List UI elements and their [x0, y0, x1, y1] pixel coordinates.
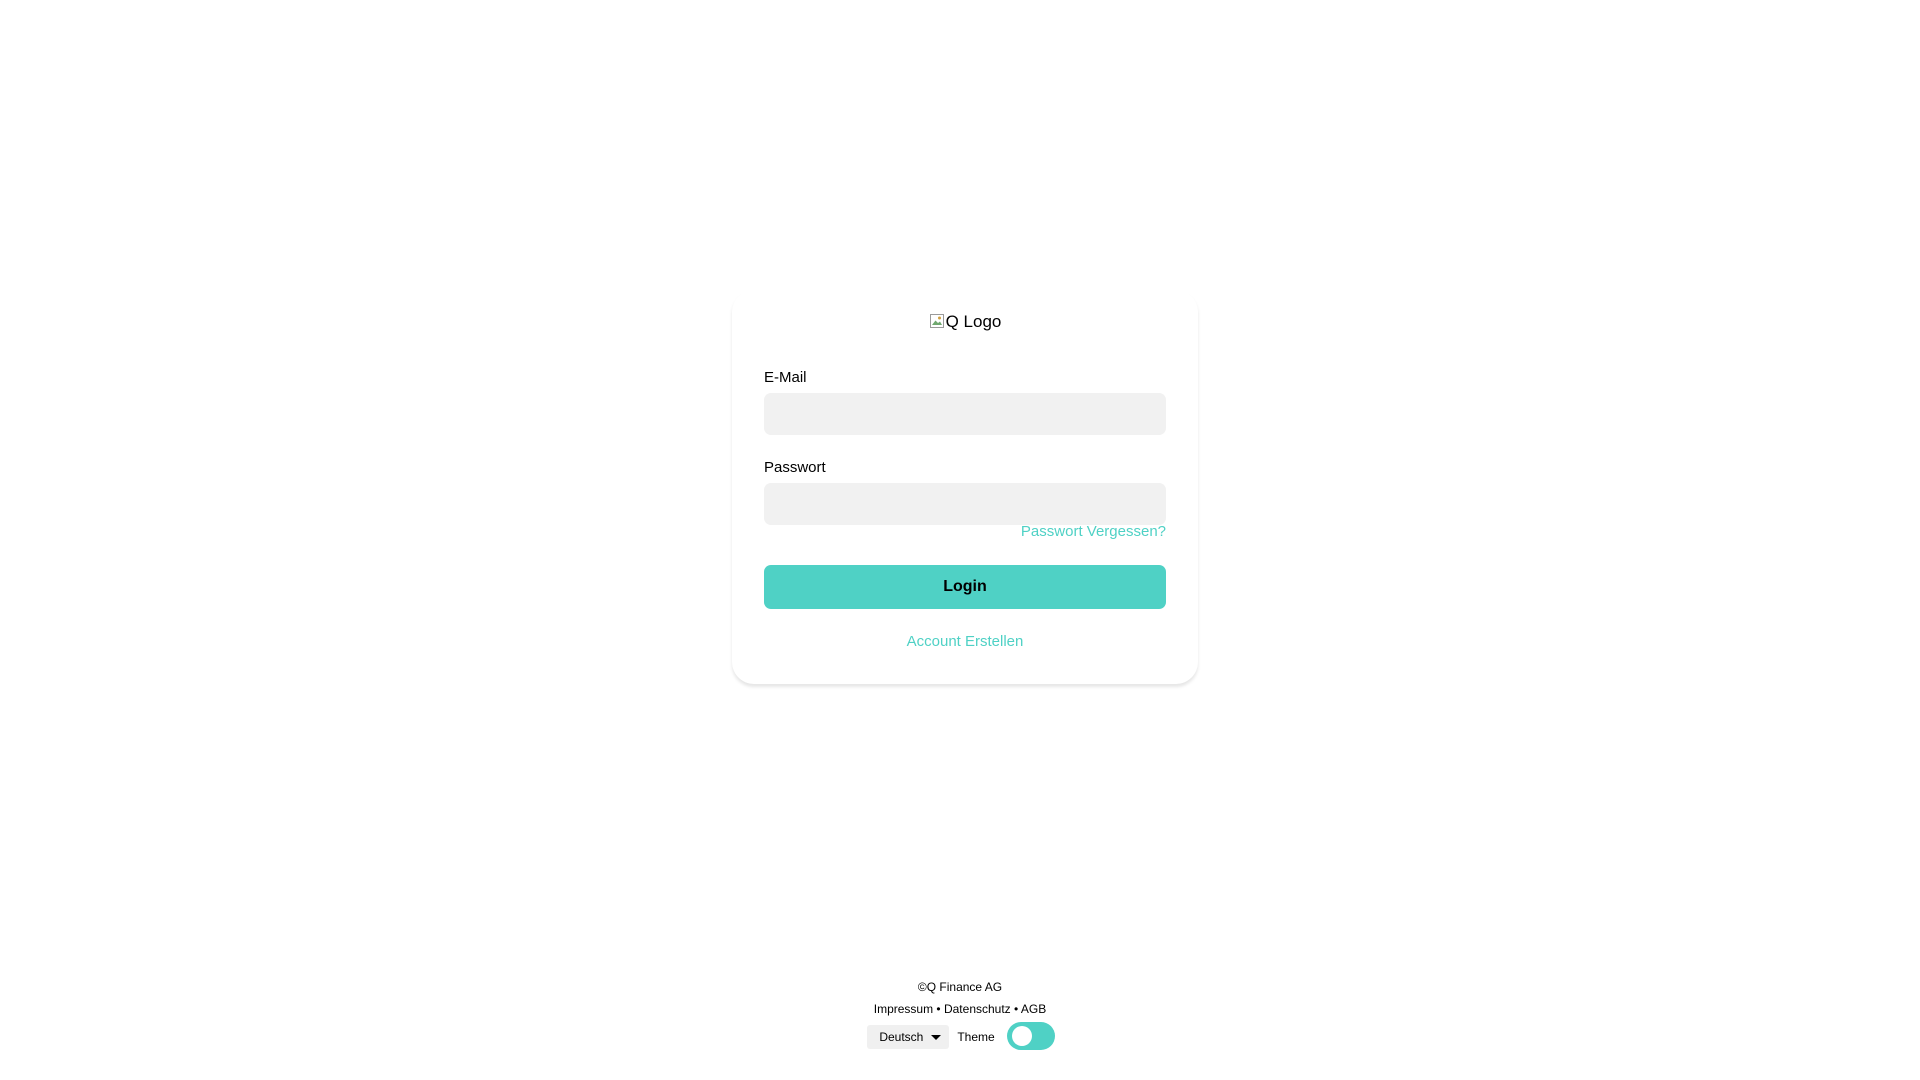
footer-controls: Deutsch Theme	[0, 1022, 1920, 1050]
logo-alt-text: Q Logo	[945, 312, 1002, 331]
theme-label: Theme	[957, 1030, 995, 1044]
link-separator: •	[1010, 1002, 1021, 1016]
login-card: Q Logo E-Mail Passwort Passwort Vergesse…	[732, 290, 1198, 684]
theme-toggle-knob	[1011, 1026, 1032, 1046]
login-button[interactable]: Login	[764, 565, 1166, 609]
language-selected-value: Deutsch	[879, 1030, 924, 1044]
datenschutz-link[interactable]: Datenschutz	[944, 1002, 1011, 1016]
legal-links: Impressum • Datenschutz • AGB	[0, 1002, 1920, 1016]
email-input[interactable]	[764, 393, 1166, 435]
agb-link[interactable]: AGB	[1021, 1002, 1046, 1016]
impressum-link[interactable]: Impressum	[874, 1002, 933, 1016]
caret-down-icon	[931, 1035, 942, 1040]
create-account-link[interactable]: Account Erstellen	[732, 633, 1198, 651]
language-select[interactable]: Deutsch	[867, 1025, 950, 1049]
theme-toggle[interactable]	[1006, 1022, 1055, 1050]
link-separator: •	[933, 1002, 944, 1016]
broken-image-icon	[929, 313, 945, 329]
password-label: Passwort	[764, 459, 826, 476]
password-input[interactable]	[764, 483, 1166, 525]
email-label: E-Mail	[764, 369, 807, 386]
logo: Q Logo	[732, 312, 1198, 332]
forgot-password-link[interactable]: Passwort Vergessen?	[1021, 523, 1166, 541]
copyright-text: ©Q Finance AG	[917, 980, 1003, 994]
